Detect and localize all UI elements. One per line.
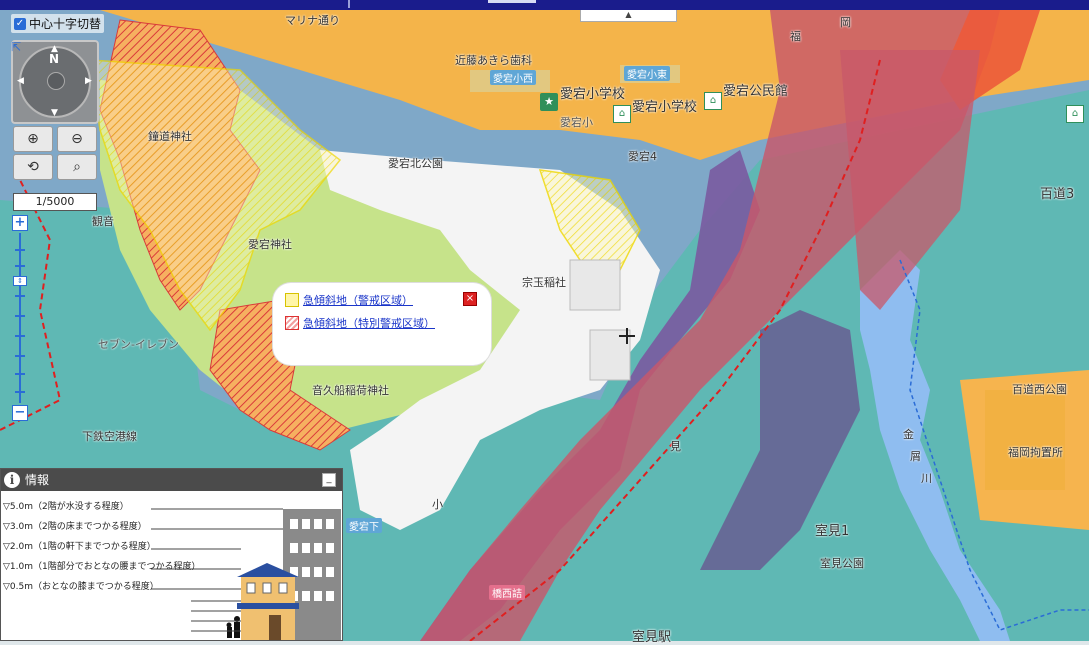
map-label: 屑 [910,450,921,463]
depth-label: ▽1.0m（1階部分でおとなの腰までつかる程度） [3,562,201,572]
map-label: 川 [921,472,932,485]
zoom-in-icon: ⊕ [27,131,39,147]
map-label: 観音 [92,215,114,228]
map-label: 愛宕小学校 [632,100,698,115]
map-label: 室見1 [815,524,850,539]
zoom-out-button[interactable]: ⊖ [57,126,97,152]
school-icon: ★ [540,93,558,111]
zoom-tick [15,355,25,357]
zoom-area-button[interactable]: ⌕ [57,154,97,180]
legend-link[interactable]: 急傾斜地（警戒区域） [303,292,413,308]
map-label: 見 [670,440,681,453]
info-panel-header: i 情報 _ [1,469,342,491]
map-label: 百道西公園 [1012,383,1067,396]
zoom-slider[interactable]: + ⇕ − [12,215,28,423]
map-label: 愛宕小学校 [560,87,626,102]
zoom-in-button[interactable]: ⊕ [13,126,53,152]
zoom-slider-thumb[interactable]: ⇕ [13,275,27,286]
pan-up-icon[interactable]: ▲ [51,44,58,54]
zoom-track[interactable] [19,233,21,403]
center-crosshair-label: 中心十字切替 [29,17,102,31]
center-crosshair-toggle[interactable]: ✓ 中心十字切替 [11,14,105,33]
checkbox-icon[interactable]: ✓ [14,17,26,30]
shelter-icon: ⌂ [613,105,631,123]
zoom-tick [15,315,25,317]
toolbar-tab[interactable] [488,0,536,3]
pan-down-icon[interactable]: ▼ [51,108,58,118]
toolbar-divider [348,0,350,8]
top-toolbar [0,0,1089,10]
map-label: 近藤あきら歯科 [455,54,532,67]
map-label: 岡 [840,16,851,29]
map-label: 愛宕神社 [248,238,292,251]
depth-label: ▽3.0m（2階の床までつかる程度） [3,522,147,532]
map-label: 愛宕小西 [490,70,536,85]
close-icon[interactable]: × [463,292,477,306]
map-label: 福岡拘置所 [1008,446,1063,459]
map-label: 愛宕4 [628,150,657,163]
map-label: 百道3 [1040,187,1075,202]
map-label: 橋西詰 [489,585,525,600]
legend-popup: 急傾斜地（警戒区域） 急傾斜地（特別警戒区域） × [273,283,491,365]
zoom-tick [15,373,25,375]
reset-view-button[interactable]: ⟲ [13,154,53,180]
map-label: 宗玉稲社 [522,276,566,289]
map-label: 愛宕小 [560,116,593,129]
magnifier-area-icon: ⌕ [73,159,81,175]
refresh-icon: ⟲ [27,159,39,175]
map-label: 室見公園 [820,557,864,570]
zoom-tick [15,391,25,393]
zoom-tick [15,295,25,297]
legend-link[interactable]: 急傾斜地（特別警戒区域） [303,315,435,331]
map-label: 愛宕小東 [624,66,670,81]
map-label: マリナ通り [285,14,340,27]
shelter-icon: ⌂ [1066,105,1084,123]
info-icon: i [4,472,20,488]
building-block [569,259,621,311]
zoom-tick [15,335,25,337]
map-label: 福 [790,30,801,43]
map-label: セブン-イレブン [98,338,179,351]
shelter-icon: ⌂ [704,92,722,110]
legend-item-special-warning[interactable]: 急傾斜地（特別警戒区域） [285,315,435,331]
legend-swatch-red [285,316,299,330]
compass-hub [47,72,65,90]
map-label: 金 [903,428,914,441]
map-label: 小 [432,498,443,511]
minimize-icon[interactable]: _ [322,473,336,487]
map-label: 室見駅 [632,630,672,645]
info-panel: i 情報 _ ▽5.0m（2階が水没する程度） ▽3.0m（2階の床までつかる程… [0,468,343,641]
expand-arrow-icon[interactable]: ⇱ [11,40,25,54]
map-label: 下鉄空港線 [82,430,137,443]
panel-collapse-tab[interactable]: ▲ [580,10,677,22]
info-panel-title: 情報 [25,473,50,487]
legend-swatch-yellow [285,293,299,307]
depth-label: ▽2.0m（1階の軒下までつかる程度） [3,542,156,552]
map-label: 鐘道神社 [148,130,192,143]
zoom-tick [15,249,25,251]
center-crosshair-icon [619,328,635,344]
scale-display[interactable]: 1/5000 [13,193,97,211]
depth-label: ▽0.5m（おとなの膝までつかる程度） [3,582,159,592]
depth-label: ▽5.0m（2階が水没する程度） [3,502,129,512]
slider-zoom-out-button[interactable]: − [12,405,28,421]
zoom-tick [15,265,25,267]
legend-item-warning[interactable]: 急傾斜地（警戒区域） [285,292,413,308]
map-label: 音久船稲荷神社 [312,384,389,397]
slider-zoom-in-button[interactable]: + [12,215,28,231]
pan-right-icon[interactable]: ▶ [85,76,92,86]
navigation-panel: N ▲ ▼ ◀ ▶ ⊕ ⊖ ⟲ ⌕ [11,40,99,180]
map-label: 愛宕北公園 [388,157,443,170]
zoom-out-icon: ⊖ [71,131,83,147]
map-label: 愛宕公民館 [723,84,789,99]
map-label: 愛宕下 [346,518,382,533]
pan-left-icon[interactable]: ◀ [17,76,24,86]
compass-north-label: N [49,52,60,66]
building-block [985,390,1065,490]
